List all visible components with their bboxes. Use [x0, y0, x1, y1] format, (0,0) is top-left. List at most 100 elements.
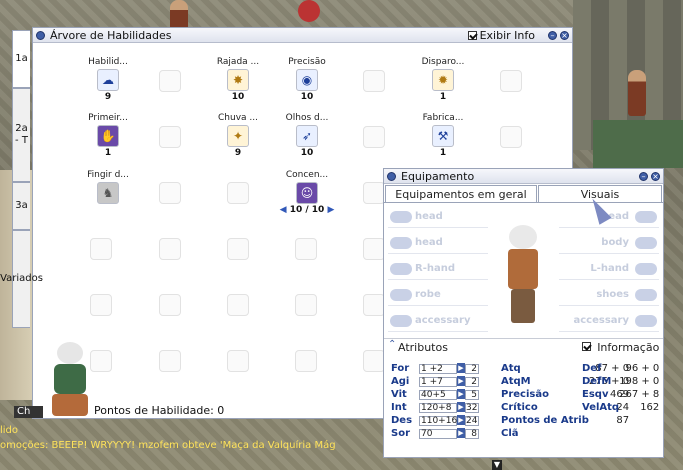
- stat-row: For 1 +2 ▶ 2: [391, 362, 479, 375]
- equipment-slot-left[interactable]: robe: [415, 289, 441, 302]
- empty-skill-slot: [500, 126, 522, 148]
- skill-item[interactable]: Primeir... ✋ 1: [74, 113, 142, 158]
- derived-stat-name: VelAtq: [582, 402, 620, 413]
- close-icon[interactable]: ×: [560, 30, 569, 40]
- stat-increase-icon[interactable]: ▶: [457, 376, 465, 386]
- skill-points-label: Pontos de Habilidade: 0: [94, 404, 225, 417]
- derived-stat-row: Def 96 + 0: [582, 362, 659, 375]
- skill-item[interactable]: Habilid... ☁ 9: [74, 57, 142, 102]
- empty-skill-slot: [500, 70, 522, 92]
- stat-cost: 32: [465, 403, 479, 413]
- skill-level: 10: [231, 92, 245, 102]
- skill-name: Rajada ...: [216, 57, 260, 67]
- npc-character[interactable]: [298, 0, 320, 22]
- derived-stat-value: 162: [640, 402, 660, 413]
- equipment-titlebar[interactable]: Equipamento – ×: [384, 169, 663, 184]
- skill-item[interactable]: Precisão ◉ 10: [273, 57, 341, 102]
- equipment-slot-icon: [635, 263, 657, 275]
- equipment-slot-icon: [390, 289, 412, 301]
- empty-skill-slot: [90, 350, 112, 372]
- empty-skill-slot: [159, 182, 181, 204]
- equipment-slot-left[interactable]: R-hand: [415, 263, 455, 276]
- equipment-slot-left[interactable]: head: [415, 211, 443, 224]
- minimize-icon[interactable]: –: [548, 30, 557, 40]
- empty-skill-slot: [363, 238, 385, 260]
- skill-eye-icon[interactable]: ◉: [296, 69, 318, 91]
- equipment-slot-left[interactable]: head: [415, 237, 443, 250]
- skill-tree-title: Árvore de Habilidades: [50, 28, 172, 42]
- skill-item[interactable]: Concen... ☺ ◀ 10 / 10 ▶: [273, 170, 341, 215]
- exibir-info-checkbox[interactable]: [467, 30, 477, 40]
- skill-item[interactable]: Fabrica... ⚒ 1: [409, 113, 477, 158]
- collapse-icon[interactable]: ⌃: [388, 339, 396, 350]
- skill-burst-icon[interactable]: ✸: [227, 69, 249, 91]
- equipment-slot-right[interactable]: shoes: [596, 289, 629, 302]
- skill-level: 10: [300, 148, 314, 158]
- tab-equipamentos-geral[interactable]: Equipamentos em geral: [385, 185, 537, 202]
- stat-increase-icon[interactable]: ▶: [457, 402, 465, 412]
- informacao-checkbox[interactable]: [582, 342, 591, 351]
- skill-shot-icon[interactable]: ✹: [432, 69, 454, 91]
- skill-hand-icon[interactable]: ✋: [97, 125, 119, 147]
- close-icon[interactable]: ×: [651, 171, 660, 181]
- empty-skill-slot: [295, 350, 317, 372]
- skill-eyes-icon[interactable]: ➶: [296, 125, 318, 147]
- character-preview: [499, 225, 547, 333]
- skill-item[interactable]: Rajada ... ✸ 10: [204, 57, 272, 102]
- slot-divider: [388, 331, 488, 332]
- skill-craft-icon[interactable]: ⚒: [432, 125, 454, 147]
- chat-button[interactable]: Ch: [14, 406, 43, 418]
- derived-stat-name: Atq: [501, 363, 521, 374]
- equipment-slot-icon: [390, 315, 412, 327]
- slot-divider: [388, 305, 488, 306]
- level-decrease-icon[interactable]: ◀: [280, 205, 287, 215]
- tab-variados[interactable]: Variados: [0, 230, 43, 328]
- tab-3a[interactable]: 3a: [12, 182, 30, 230]
- skill-level: 1: [439, 148, 447, 158]
- empty-skill-slot: [90, 294, 112, 316]
- attributes-header: ⌃ Atributos Informação: [384, 338, 663, 354]
- equipment-slot-icon: [635, 289, 657, 301]
- stat-increase-icon[interactable]: ▶: [457, 363, 465, 373]
- skill-concentration-icon[interactable]: ☺: [296, 182, 318, 204]
- skill-item[interactable]: Disparo... ✹ 1: [409, 57, 477, 102]
- skill-item[interactable]: Chuva ... ✦ 9: [204, 113, 272, 158]
- skill-rain-icon[interactable]: ✦: [227, 125, 249, 147]
- empty-skill-slot: [159, 350, 181, 372]
- equipment-slot-icon: [390, 263, 412, 275]
- empty-skill-slot: [159, 70, 181, 92]
- slot-divider: [388, 253, 488, 254]
- minimize-icon[interactable]: –: [639, 171, 648, 181]
- skill-fake-icon[interactable]: ♞: [97, 182, 119, 204]
- equipment-slot-right[interactable]: L-hand: [590, 263, 629, 276]
- level-increase-icon[interactable]: ▶: [327, 205, 334, 215]
- tab-1a[interactable]: 1a: [12, 30, 30, 88]
- stat-name: Agi: [391, 376, 410, 387]
- stat-value: 1 +7: [419, 377, 457, 387]
- chat-scroll-down-icon[interactable]: ▼: [492, 460, 502, 470]
- skill-item[interactable]: Fingir d... ♞: [74, 170, 142, 205]
- derived-stat-value: 267 + 8: [619, 389, 660, 400]
- npc-character[interactable]: [628, 70, 646, 116]
- equipment-slot-left[interactable]: accessary: [415, 315, 471, 328]
- slot-divider: [388, 279, 488, 280]
- skill-level: 9: [104, 92, 112, 102]
- equipment-slot-icon: [635, 315, 657, 327]
- stat-increase-icon[interactable]: ▶: [457, 389, 465, 399]
- skill-item[interactable]: Olhos d... ➶ 10: [273, 113, 341, 158]
- equipment-slot-right[interactable]: body: [601, 237, 629, 250]
- empty-skill-slot: [363, 350, 385, 372]
- derived-stat-name: Precisão: [501, 389, 549, 400]
- player-character[interactable]: [48, 342, 92, 420]
- skill-cloud-icon[interactable]: ☁: [97, 69, 119, 91]
- derived-stats-table-right: Def 96 + 0 DefM 198 + 0 Esqv 267 + 8 VelAtq 162: [582, 362, 659, 414]
- equipment-slot-right[interactable]: accessary: [574, 315, 630, 328]
- equipment-slot-icon: [635, 237, 657, 249]
- chat-line: omoções: BEEEP! WRYYYY! mzofem obteve 'M…: [0, 440, 336, 451]
- equipment-window: Equipamento – × Equipamentos em geral Vi…: [383, 168, 664, 458]
- skill-level-selector[interactable]: ◀ 10 / 10 ▶: [273, 205, 341, 215]
- empty-skill-slot: [227, 182, 249, 204]
- tab-2a-t[interactable]: 2a - T: [12, 88, 30, 182]
- skill-tree-titlebar[interactable]: Árvore de Habilidades Exibir Info – ×: [33, 28, 572, 43]
- empty-skill-slot: [227, 350, 249, 372]
